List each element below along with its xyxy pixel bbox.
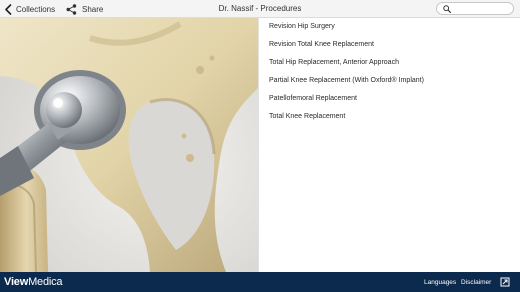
chevron-left-icon <box>5 3 12 15</box>
search-icon <box>443 4 451 13</box>
fullscreen-button[interactable] <box>500 277 510 287</box>
bottom-bar: ViewMedica Languages Disclaimer <box>0 272 520 292</box>
procedure-item-revision-total-knee-replacement[interactable]: Revision Total Knee Replacement <box>269 41 374 48</box>
procedure-item-total-hip-replacement-anterior[interactable]: Total Hip Replacement, Anterior Approach <box>269 59 399 66</box>
procedure-item-partial-knee-replacement[interactable]: Partial Knee Replacement (With Oxford® I… <box>269 77 424 84</box>
hip-implant-image <box>0 18 258 272</box>
disclaimer-link[interactable]: Disclaimer <box>461 272 491 292</box>
procedure-item-total-knee-replacement[interactable]: Total Knee Replacement <box>269 113 345 120</box>
share-button-label: Share <box>82 4 104 14</box>
search-input[interactable] <box>436 2 514 15</box>
viewmedica-logo: ViewMedica <box>4 272 63 292</box>
top-bar: Collections Share Dr. Nassif - Procedure… <box>0 0 520 18</box>
share-button[interactable]: Share <box>66 0 103 18</box>
logo-text-light: Medica <box>28 276 63 288</box>
procedure-list: Revision Hip Surgery Revision Total Knee… <box>258 18 520 272</box>
languages-link[interactable]: Languages <box>424 272 456 292</box>
hip-implant-illustration <box>0 18 258 272</box>
back-to-collections-button[interactable]: Collections <box>4 0 55 18</box>
back-button-label: Collections <box>16 4 56 14</box>
share-icon <box>66 3 77 15</box>
fullscreen-icon <box>500 277 510 287</box>
app-window: Collections Share Dr. Nassif - Procedure… <box>0 0 520 292</box>
logo-text-bold: View <box>4 276 29 288</box>
procedure-item-revision-hip-surgery[interactable]: Revision Hip Surgery <box>269 23 335 30</box>
procedure-item-patellofemoral-replacement[interactable]: Patellofemoral Replacement <box>269 95 357 102</box>
